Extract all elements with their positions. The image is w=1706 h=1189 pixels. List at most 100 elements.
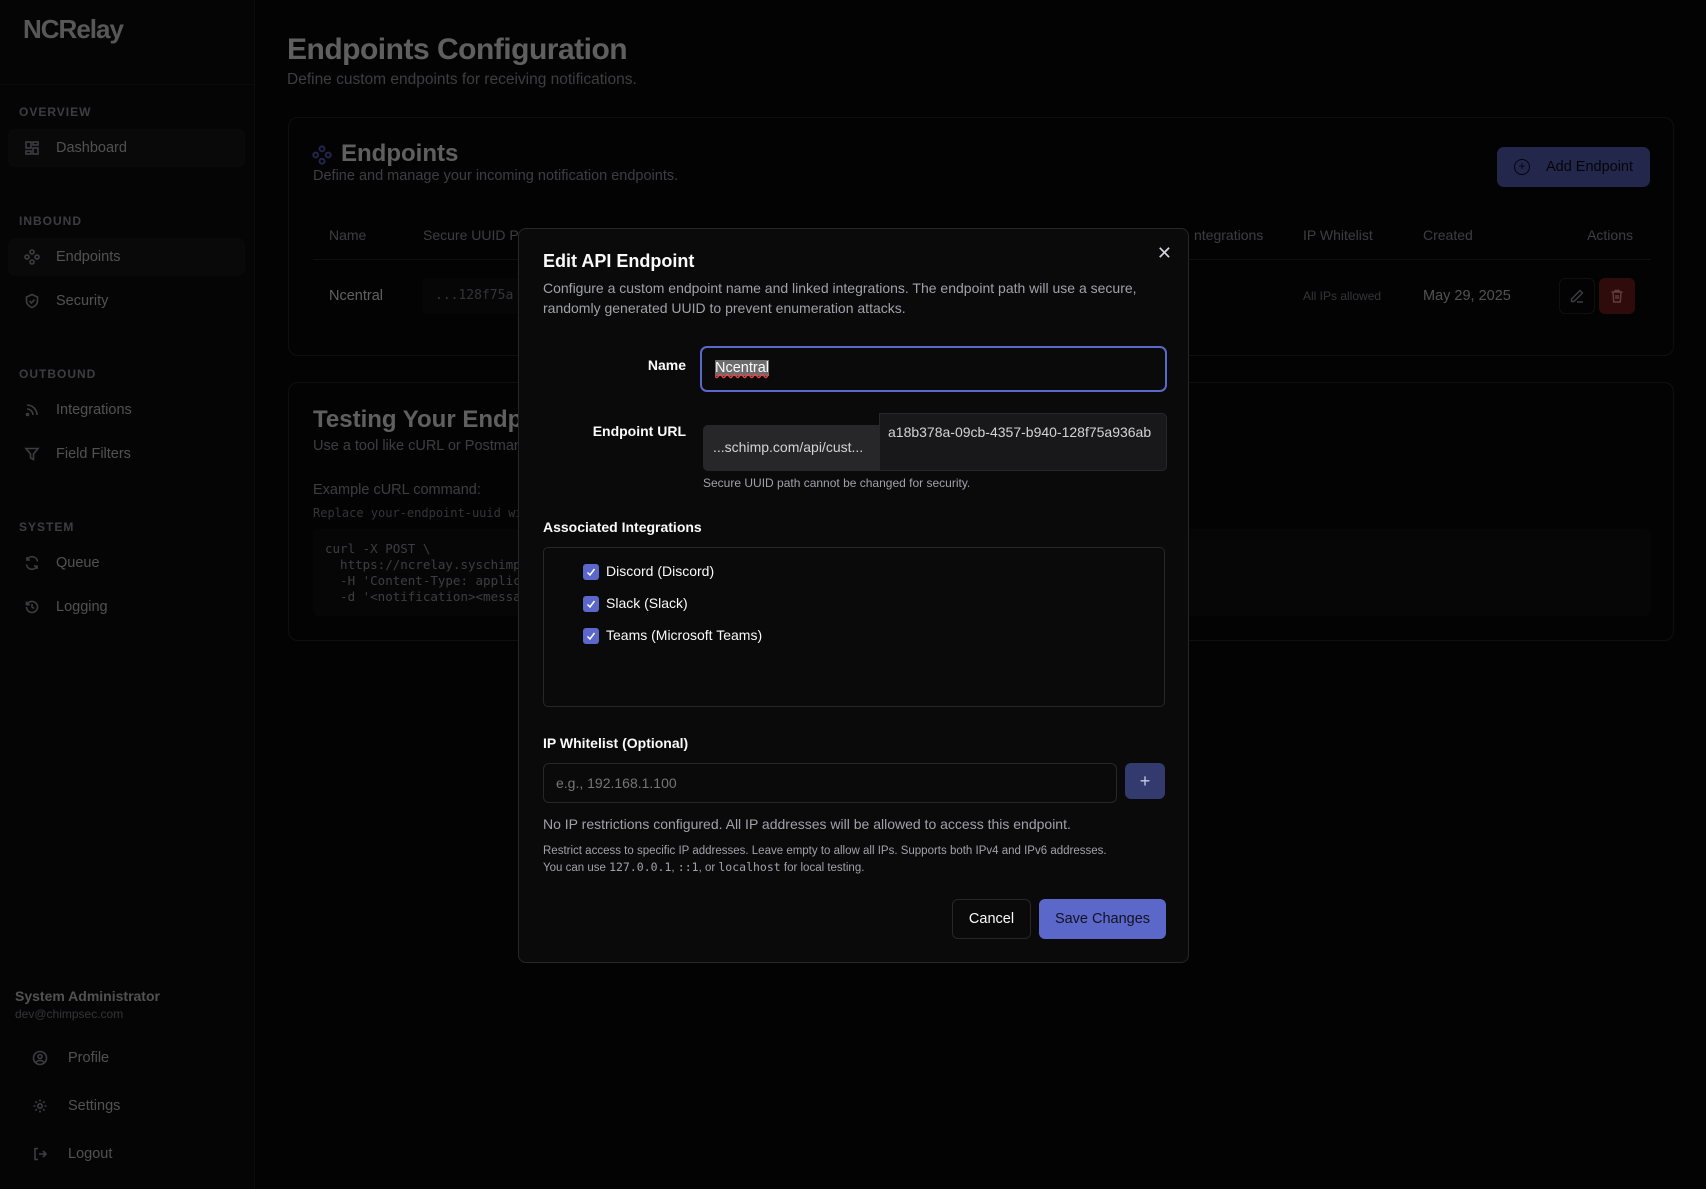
section-outbound: OUTBOUND — [19, 367, 97, 381]
ip-help-text-part: for local testing. — [780, 862, 865, 874]
sidebar-item-label: Endpoints — [56, 249, 121, 265]
ip-whitelist-label: IP Whitelist (Optional) — [543, 735, 689, 751]
ip-input[interactable] — [543, 763, 1117, 803]
code-localhost: localhost — [718, 860, 781, 874]
code-localhost-ipv6: ::1 — [677, 860, 699, 874]
sidebar-item-integrations[interactable]: Integrations — [8, 391, 245, 429]
check-icon — [586, 632, 596, 641]
sidebar-item-field-filters[interactable]: Field Filters — [8, 435, 245, 473]
sidebar-item-logging[interactable]: Logging — [8, 588, 245, 626]
check-icon — [586, 600, 596, 609]
profile-link[interactable]: Profile — [24, 1041, 244, 1075]
delete-button[interactable] — [1599, 278, 1635, 314]
refresh-icon — [25, 555, 39, 571]
add-ip-button[interactable]: + — [1125, 763, 1165, 799]
history-icon — [25, 600, 39, 614]
section-overview: OVERVIEW — [19, 105, 92, 119]
col-integrations: ntegrations — [1194, 227, 1264, 243]
ip-help-text-part: , or — [698, 862, 719, 874]
sidebar-item-label: Integrations — [56, 402, 132, 418]
endpoints-card-title: Endpoints — [341, 140, 459, 167]
user-circle-icon — [32, 1050, 48, 1066]
sidebar: NCRelay OVERVIEW Dashboard INBOUND Endpo… — [0, 0, 255, 1189]
ip-help-line: Restrict access to specific IP addresses… — [543, 845, 1107, 857]
integrations-label: Associated Integrations — [543, 519, 702, 535]
sidebar-item-dashboard[interactable]: Dashboard — [8, 129, 245, 167]
endpoints-icon — [24, 249, 40, 265]
row-ip: All IPs allowed — [1303, 289, 1382, 303]
ip-help-text-part: You can use — [543, 862, 610, 874]
integrations-list: Discord (Discord) Slack (Slack) Teams (M… — [543, 547, 1165, 707]
slack-label: Slack (Slack) — [606, 595, 688, 611]
testing-card-title: Testing Your Endpoi — [313, 406, 544, 433]
logout-label: Logout — [68, 1146, 113, 1162]
sidebar-item-endpoints[interactable]: Endpoints — [8, 238, 245, 276]
ip-status-text: No IP restrictions configured. All IP ad… — [543, 816, 1071, 832]
name-label: Name — [647, 357, 686, 373]
teams-label: Teams (Microsoft Teams) — [606, 627, 763, 643]
sidebar-item-security[interactable]: Security — [8, 282, 245, 320]
row-uuid: ...128f75a — [423, 278, 526, 314]
gear-icon — [33, 1099, 47, 1113]
ip-help-text: Restrict access to specific IP addresses… — [543, 843, 1183, 876]
sidebar-item-label: Security — [56, 293, 109, 309]
sidebar-item-label: Field Filters — [56, 446, 131, 462]
dialog-description: Configure a custom endpoint name and lin… — [543, 280, 1137, 316]
url-help-text: Secure UUID path cannot be changed for s… — [703, 476, 971, 490]
check-icon — [586, 568, 596, 577]
endpoint-uuid: a18b378a-09cb-4357-b940-128f75a936ab — [879, 413, 1167, 471]
col-actions: Actions — [1587, 227, 1633, 243]
slack-checkbox[interactable] — [583, 596, 599, 612]
code-localhost-ipv4: 127.0.0.1 — [609, 860, 672, 874]
section-system: SYSTEM — [19, 520, 75, 534]
col-ip-whitelist: IP Whitelist — [1303, 227, 1373, 243]
brand-logo: NCRelay — [23, 14, 124, 44]
shield-icon — [25, 293, 39, 309]
replace-note: Replace your-endpoint-uuid with — [313, 506, 537, 520]
endpoints-icon — [312, 145, 332, 165]
edit-button[interactable] — [1559, 278, 1595, 314]
user-email: dev@chimpsec.com — [15, 1007, 124, 1021]
close-icon[interactable]: ✕ — [1157, 243, 1172, 264]
section-inbound: INBOUND — [19, 214, 82, 228]
save-changes-button[interactable]: Save Changes — [1039, 899, 1166, 939]
pencil-icon — [1570, 289, 1584, 303]
dashboard-icon — [25, 141, 39, 155]
col-name: Name — [329, 227, 367, 243]
dialog-title: Edit API Endpoint — [543, 251, 695, 271]
settings-label: Settings — [68, 1098, 121, 1114]
add-endpoint-label: Add Endpoint — [1545, 159, 1634, 175]
endpoint-url-label: Endpoint URL — [592, 423, 686, 439]
sidebar-item-label: Queue — [56, 555, 100, 571]
sidebar-item-label: Logging — [56, 599, 108, 615]
plus-circle-icon: + — [1513, 159, 1530, 175]
teams-checkbox[interactable] — [583, 628, 599, 644]
sidebar-item-queue[interactable]: Queue — [8, 544, 245, 582]
settings-link[interactable]: Settings — [24, 1089, 244, 1123]
name-input[interactable]: Ncentral — [700, 346, 1167, 392]
trash-icon — [1611, 289, 1623, 303]
discord-label: Discord (Discord) — [606, 563, 715, 579]
endpoints-card-subtitle: Define and manage your incoming notifica… — [313, 168, 679, 184]
page-subtitle: Define custom endpoints for receiving no… — [287, 71, 637, 88]
page-title: Endpoints Configuration — [287, 33, 628, 66]
name-value: Ncentral — [715, 360, 769, 376]
col-uuid: Secure UUID P — [423, 227, 519, 243]
filter-icon — [24, 447, 40, 461]
logout-icon — [34, 1147, 48, 1161]
cancel-button[interactable]: Cancel — [952, 899, 1031, 939]
row-created: May 29, 2025 — [1423, 288, 1511, 304]
col-created: Created — [1423, 227, 1473, 243]
logout-link[interactable]: Logout — [24, 1137, 244, 1171]
edit-endpoint-dialog: Edit API Endpoint ✕ Configure a custom e… — [518, 228, 1189, 963]
example-label: Example cURL command: — [313, 482, 481, 498]
rss-icon — [25, 404, 38, 417]
testing-card-subtitle: Use a tool like cURL or Postman — [313, 438, 522, 454]
discord-checkbox[interactable] — [583, 564, 599, 580]
row-name: Ncentral — [329, 288, 383, 304]
endpoint-url-prefix: ...schimp.com/api/cust... — [703, 425, 879, 471]
sidebar-item-label: Dashboard — [56, 140, 127, 156]
add-endpoint-button[interactable]: + Add Endpoint — [1497, 147, 1650, 187]
user-name: System Administrator — [15, 988, 160, 1004]
profile-label: Profile — [68, 1050, 110, 1066]
